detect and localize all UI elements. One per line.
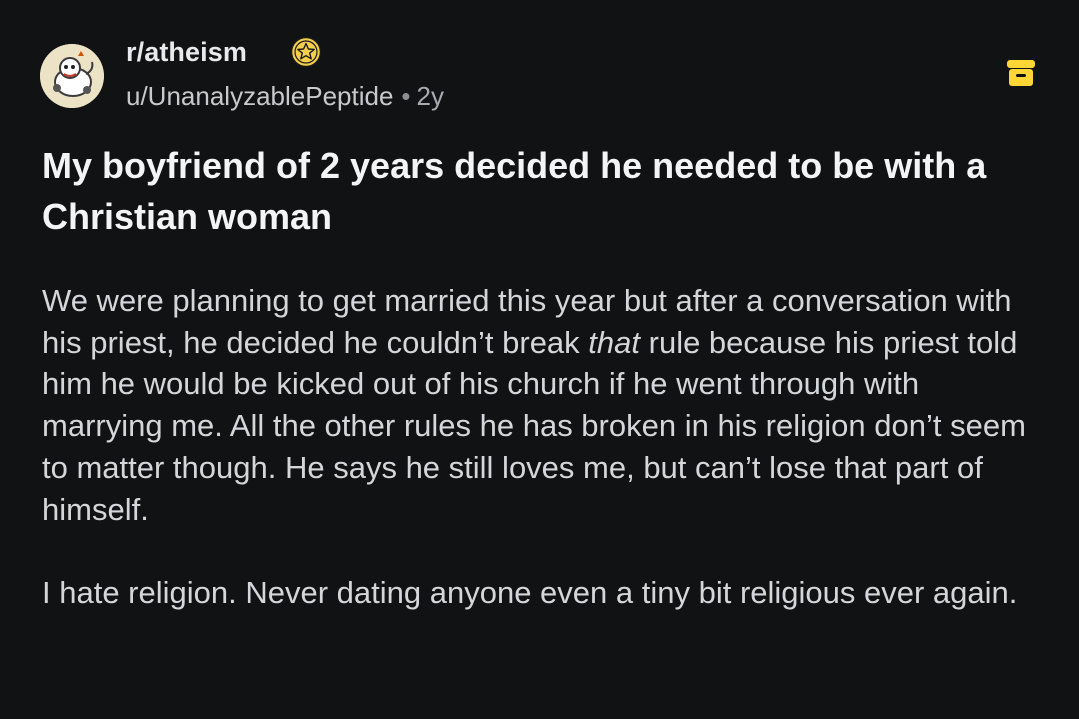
post-body: We were planning to get married this yea… xyxy=(42,280,1047,614)
subreddit-link[interactable]: r/atheism xyxy=(126,36,247,68)
avatar-icon xyxy=(40,44,104,108)
post-title[interactable]: My boyfriend of 2 years decided he neede… xyxy=(42,140,1042,242)
body-paragraph-2: I hate religion. Never dating anyone eve… xyxy=(42,574,1018,610)
avatar[interactable] xyxy=(40,44,104,108)
meta-separator: • xyxy=(401,81,411,111)
save-archive-icon[interactable] xyxy=(1006,59,1036,87)
author-link[interactable]: u/UnanalyzablePeptide xyxy=(126,81,393,111)
post-age: 2y xyxy=(416,81,444,111)
post-header: r/atheism u/UnanalyzablePeptide • 2y xyxy=(40,36,1040,116)
post-meta: u/UnanalyzablePeptide • 2y xyxy=(126,80,444,112)
star-badge-icon xyxy=(290,36,322,68)
body-paragraph-1: We were planning to get married this yea… xyxy=(42,280,1047,530)
body-emphasis: that xyxy=(588,324,641,360)
